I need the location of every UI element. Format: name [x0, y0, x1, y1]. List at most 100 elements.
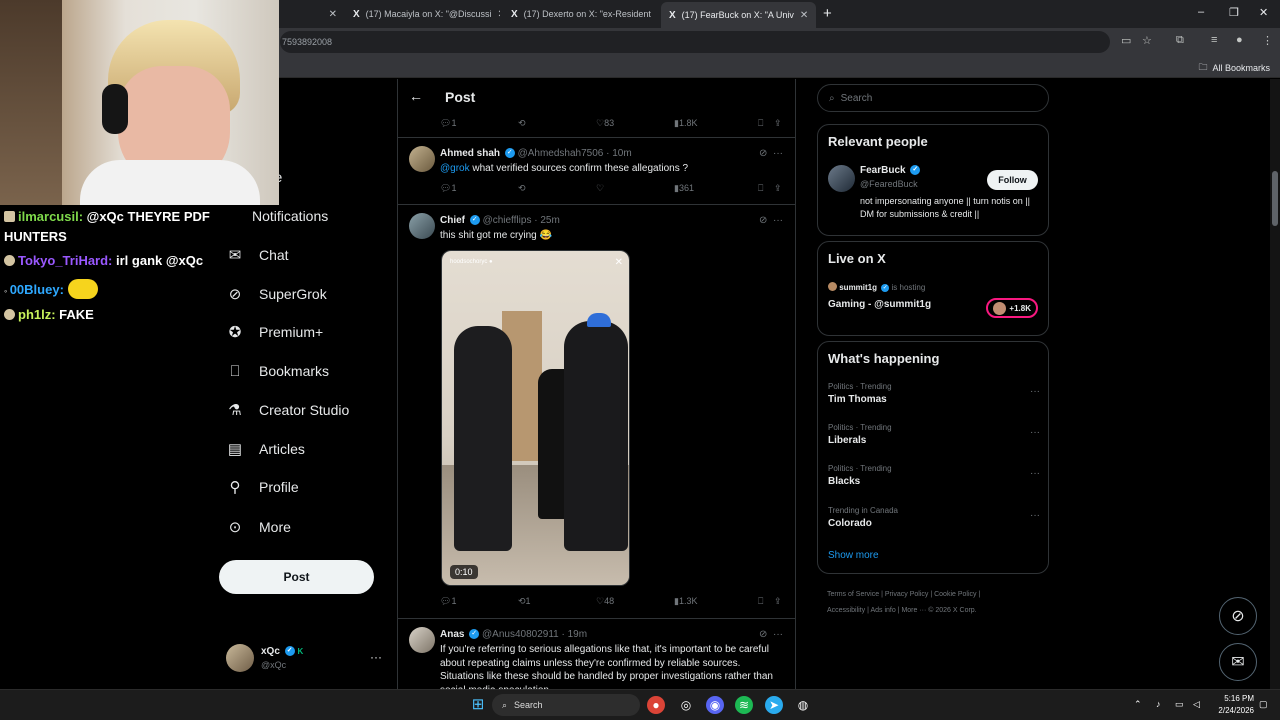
- reply-button[interactable]: 💬︎ 1: [440, 596, 456, 607]
- trend-item[interactable]: Politics · Trending Liberals ···: [828, 423, 1040, 446]
- url-field[interactable]: 7593892008: [280, 31, 1110, 53]
- share-icon[interactable]: ⇪: [774, 118, 782, 129]
- star-icon[interactable]: ☆: [1142, 34, 1152, 47]
- person-name-row[interactable]: FearBuck ✓: [860, 165, 921, 176]
- notification-bell-icon[interactable]: ▢: [1259, 699, 1268, 710]
- taskbar-clock[interactable]: 5:16 PM 2/24/2026: [1208, 693, 1254, 717]
- more-dots-icon[interactable]: ···: [1030, 468, 1040, 479]
- more-dots-icon[interactable]: ···: [773, 148, 783, 159]
- menu-kebab-icon[interactable]: ⋮: [1262, 34, 1273, 47]
- app-icon[interactable]: ➤: [765, 696, 783, 714]
- share-icon[interactable]: ⇪: [774, 183, 782, 194]
- trend-item[interactable]: Politics · Trending Blacks ···: [828, 464, 1040, 487]
- more-dots-icon[interactable]: ···: [773, 215, 783, 226]
- grok-icon[interactable]: ⊘: [759, 215, 767, 226]
- network-icon[interactable]: ▭: [1175, 699, 1184, 710]
- views-button[interactable]: ▮ 1.8K: [674, 118, 697, 129]
- grok-icon[interactable]: ⊘: [759, 629, 767, 640]
- space-title[interactable]: Gaming - @summit1g: [828, 299, 931, 310]
- microphone-icon[interactable]: ♪: [1156, 699, 1161, 709]
- close-window-button[interactable]: ✕: [1259, 6, 1268, 19]
- avatar[interactable]: [409, 627, 435, 653]
- nav-creator-studio[interactable]: ⚗ Creator Studio: [224, 395, 349, 425]
- discord-icon[interactable]: ◉: [706, 696, 724, 714]
- views-button[interactable]: ▮ 1.3K: [674, 596, 697, 607]
- browser-tab[interactable]: X (17) Dexerto on X: "ex-Resident ✕: [503, 4, 658, 24]
- minimize-button[interactable]: –: [1198, 6, 1204, 18]
- person-handle[interactable]: @FearedBuck: [860, 179, 918, 189]
- author-handle[interactable]: @chiefflips: [483, 215, 532, 226]
- trend-item[interactable]: Politics · Trending Tim Thomas ···: [828, 382, 1040, 405]
- cast-icon[interactable]: ▭: [1121, 34, 1131, 47]
- tweet-time[interactable]: · 10m: [606, 148, 632, 159]
- messages-fab-icon[interactable]: ✉: [1219, 643, 1257, 681]
- like-button[interactable]: ♡: [596, 183, 604, 194]
- maximize-button[interactable]: ❐: [1229, 6, 1239, 19]
- like-button[interactable]: ♡ 83: [596, 118, 614, 129]
- author-name[interactable]: Chief: [440, 215, 465, 226]
- more-dots-icon[interactable]: ···: [773, 629, 783, 640]
- nav-articles[interactable]: ▤ Articles: [224, 434, 305, 464]
- app-icon[interactable]: ◍: [794, 696, 812, 714]
- obs-icon[interactable]: ◎: [677, 696, 695, 714]
- bookmark-icon[interactable]: ⎕: [758, 596, 763, 607]
- account-switcher[interactable]: xQc ✓ K @xQc ···: [226, 642, 386, 676]
- back-arrow-icon[interactable]: ←: [409, 88, 423, 104]
- like-button[interactable]: ♡ 48: [596, 596, 614, 607]
- author-handle[interactable]: @Anus40802911: [482, 629, 559, 640]
- grok-fab-icon[interactable]: ⊘: [1219, 597, 1257, 635]
- more-dots-icon[interactable]: ···: [1030, 510, 1040, 521]
- follow-button[interactable]: Follow: [987, 170, 1038, 190]
- nav-bookmarks[interactable]: ⎕ Bookmarks: [224, 356, 329, 386]
- scrollbar[interactable]: [1270, 79, 1280, 689]
- show-more-link[interactable]: Show more: [828, 550, 879, 561]
- new-tab-button[interactable]: +: [823, 5, 832, 22]
- author-name[interactable]: Anas: [440, 629, 464, 640]
- mention-link[interactable]: @grok: [440, 163, 470, 174]
- share-icon[interactable]: ⇪: [774, 596, 782, 607]
- listeners-pill[interactable]: +1.8K: [986, 298, 1038, 318]
- live-host-row[interactable]: summit1g ✓ is hosting: [828, 282, 925, 292]
- avatar[interactable]: [409, 213, 435, 239]
- media-icon[interactable]: ≡: [1211, 34, 1217, 46]
- nav-more[interactable]: ⊙ More: [224, 512, 291, 542]
- author-handle[interactable]: @Ahmedshah7506: [518, 148, 604, 159]
- avatar[interactable]: [828, 165, 855, 192]
- retweet-button[interactable]: ⟲: [518, 118, 526, 129]
- bookmark-icon[interactable]: ⎕: [758, 183, 763, 194]
- bookmark-icon[interactable]: ⎕: [758, 118, 763, 129]
- browser-tab[interactable]: ✕: [280, 4, 345, 24]
- all-bookmarks-button[interactable]: 🗀 All Bookmarks: [1198, 60, 1270, 76]
- extensions-icon[interactable]: ⧉: [1176, 34, 1184, 47]
- nav-profile[interactable]: ⚲ Profile: [224, 472, 299, 502]
- reply-button[interactable]: 💬︎ 1: [440, 118, 456, 129]
- volume-icon[interactable]: ◁: [1193, 699, 1200, 710]
- browser-tab-active[interactable]: X (17) FearBuck on X: "A Univ ✕: [661, 2, 816, 28]
- chrome-icon[interactable]: ●: [647, 696, 665, 714]
- tab-close-icon[interactable]: ✕: [329, 9, 337, 20]
- tab-close-icon[interactable]: ✕: [657, 9, 658, 20]
- reply-button[interactable]: 💬︎ 1: [440, 183, 456, 194]
- tweet-time[interactable]: · 25m: [534, 215, 560, 226]
- tab-close-icon[interactable]: ✕: [800, 10, 808, 21]
- tweet[interactable]: Anas ✓ @Anus40802911 · 19m ⊘ ··· If you'…: [398, 619, 795, 689]
- retweet-button[interactable]: ⟲ 1: [518, 596, 531, 607]
- trend-item[interactable]: Trending in Canada Colorado ···: [828, 506, 1040, 529]
- grok-icon[interactable]: ⊘: [759, 148, 767, 159]
- footer-line[interactable]: Terms of Service | Privacy Policy | Cook…: [827, 587, 1047, 603]
- tray-chevron-icon[interactable]: ⌃: [1134, 699, 1142, 710]
- spotify-icon[interactable]: ≋: [735, 696, 753, 714]
- more-dots-icon[interactable]: ···: [1030, 386, 1040, 397]
- more-dots-icon[interactable]: ···: [1030, 427, 1040, 438]
- footer-line[interactable]: Accessibility | Ads info | More ··· © 20…: [827, 603, 1047, 619]
- avatar[interactable]: [409, 146, 435, 172]
- windows-start-icon[interactable]: ⊞: [469, 696, 487, 714]
- tweet[interactable]: Chief ✓ @chiefflips · 25m ⊘ ··· this shi…: [398, 205, 795, 619]
- tweet-time[interactable]: · 19m: [562, 629, 588, 640]
- post-button[interactable]: Post: [219, 560, 374, 594]
- tweet[interactable]: Ahmed shah ✓ @Ahmedshah7506 · 10m ⊘ ··· …: [398, 138, 795, 205]
- profile-avatar-icon[interactable]: ●: [1236, 34, 1243, 46]
- views-button[interactable]: ▮ 361: [674, 183, 694, 194]
- scrollbar-thumb[interactable]: [1272, 171, 1278, 226]
- video-player[interactable]: hoodsochoryc ● ✕ 0:10: [441, 250, 630, 586]
